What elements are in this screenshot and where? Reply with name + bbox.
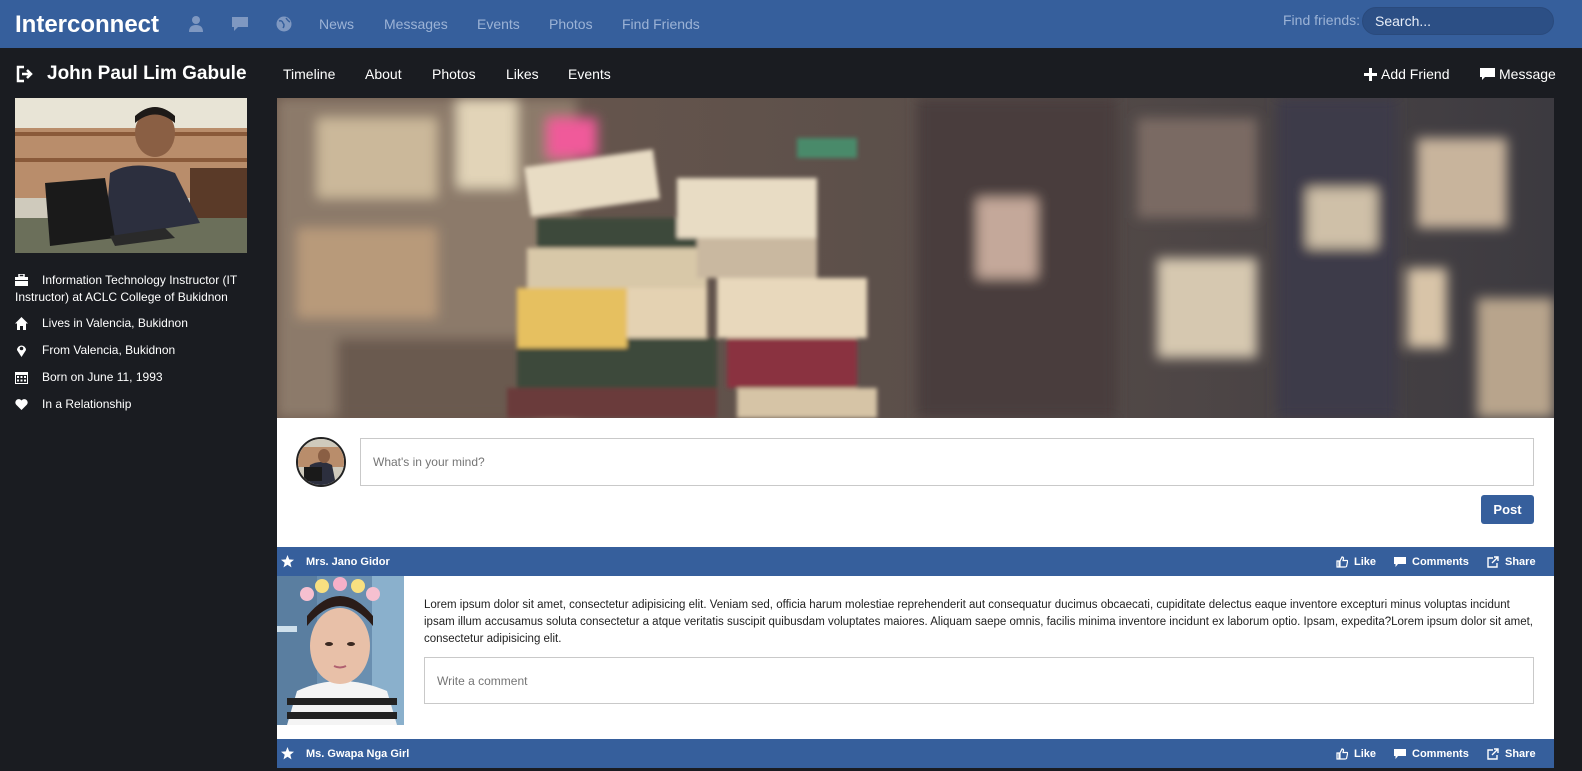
like-button[interactable]: Like	[1336, 556, 1376, 568]
post-author[interactable]: Mrs. Jano Gidor	[306, 556, 390, 568]
tab-photos[interactable]: Photos	[432, 66, 476, 82]
map-marker-icon	[17, 345, 26, 357]
post-composer: Post	[277, 418, 1554, 547]
profile-name: John Paul Lim Gabule	[47, 63, 247, 84]
comment-icon	[1394, 557, 1406, 567]
add-friend-label: Add Friend	[1381, 66, 1450, 82]
tab-timeline[interactable]: Timeline	[283, 66, 335, 82]
thumbs-up-icon	[1336, 748, 1348, 760]
comments-button[interactable]: Comments	[1394, 556, 1469, 568]
post-author-photo[interactable]	[277, 576, 404, 725]
info-lives-in: Lives in Valencia, Bukidnon	[15, 315, 255, 332]
post-author[interactable]: Ms. Gwapa Nga Girl	[306, 748, 409, 760]
nav-photos[interactable]: Photos	[549, 16, 593, 32]
comment-icon	[1480, 67, 1495, 80]
globe-icon[interactable]	[275, 15, 293, 33]
cover-photo	[277, 98, 1554, 418]
post-header: Ms. Gwapa Nga Girl Like Comments Share	[277, 739, 1554, 768]
plus-icon	[1364, 67, 1377, 81]
like-button[interactable]: Like	[1336, 748, 1376, 760]
info-relationship: In a Relationship	[15, 396, 255, 413]
search-input[interactable]	[1362, 7, 1554, 35]
info-work: Information Technology Instructor (IT In…	[15, 273, 237, 304]
calendar-icon	[15, 372, 28, 384]
share-icon	[1487, 556, 1499, 568]
briefcase-icon	[15, 274, 28, 286]
status-input[interactable]	[360, 438, 1534, 486]
message-button[interactable]: Message	[1480, 66, 1556, 82]
share-icon	[1487, 748, 1499, 760]
share-button[interactable]: Share	[1487, 556, 1536, 568]
profile-photo[interactable]	[15, 98, 247, 253]
sign-out-icon[interactable]	[15, 65, 35, 83]
post-button[interactable]: Post	[1481, 495, 1534, 524]
tab-about[interactable]: About	[365, 66, 402, 82]
chat-icon[interactable]	[231, 15, 249, 33]
post-text: Lorem ipsum dolor sit amet, consectetur …	[424, 599, 1533, 645]
comments-button[interactable]: Comments	[1394, 748, 1469, 760]
nav-messages[interactable]: Messages	[384, 16, 448, 32]
home-icon	[15, 317, 28, 330]
user-icon[interactable]	[187, 15, 205, 33]
nav-events[interactable]: Events	[477, 16, 520, 32]
top-navbar: Interconnect News Messages Events Photos…	[0, 0, 1582, 48]
tab-events[interactable]: Events	[568, 66, 611, 82]
brand-logo[interactable]: Interconnect	[15, 11, 159, 39]
star-icon[interactable]	[281, 555, 294, 568]
post-card: Lorem ipsum dolor sit amet, consectetur …	[277, 576, 1554, 739]
message-label: Message	[1499, 66, 1556, 82]
tab-likes[interactable]: Likes	[506, 66, 539, 82]
comment-icon	[1394, 749, 1406, 759]
comment-input[interactable]	[424, 657, 1534, 704]
info-birthday: Born on June 11, 1993	[15, 369, 255, 386]
share-button[interactable]: Share	[1487, 748, 1536, 760]
info-from: From Valencia, Bukidnon	[15, 342, 255, 359]
composer-avatar	[296, 437, 346, 487]
star-icon[interactable]	[281, 747, 294, 760]
nav-find-friends[interactable]: Find Friends	[622, 16, 700, 32]
thumbs-up-icon	[1336, 556, 1348, 568]
nav-news[interactable]: News	[319, 16, 354, 32]
profile-bar: John Paul Lim Gabule Timeline About Phot…	[0, 48, 1582, 98]
post-header: Mrs. Jano Gidor Like Comments Share	[277, 547, 1554, 576]
add-friend-button[interactable]: Add Friend	[1364, 66, 1449, 82]
find-friends-label: Find friends:	[1283, 12, 1361, 28]
heart-icon	[15, 399, 28, 410]
